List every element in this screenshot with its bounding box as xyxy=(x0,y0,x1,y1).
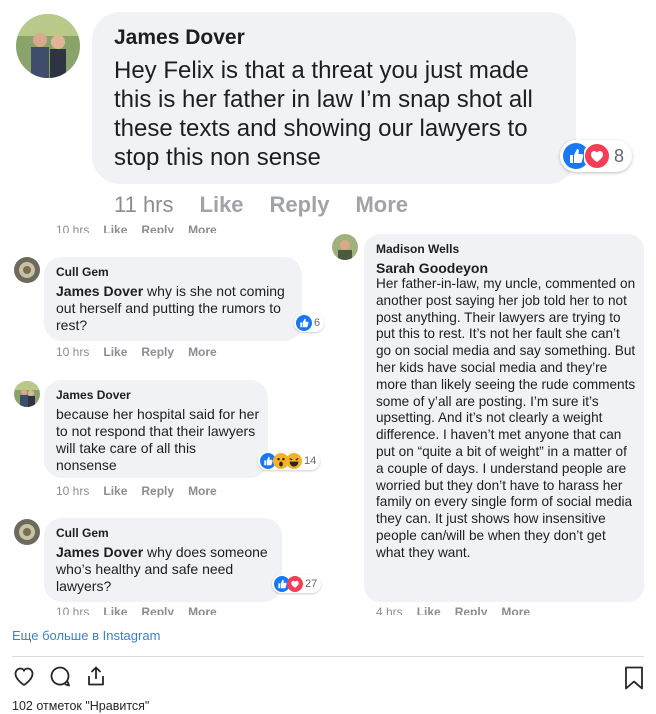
comment2-reactions[interactable]: 14 xyxy=(258,452,321,470)
comment2-reactions-count: 14 xyxy=(304,455,317,467)
action-icons xyxy=(12,664,108,688)
comment2-bubble: James Dover because her hospital said fo… xyxy=(44,380,268,478)
top-comment-bubble: James Dover Hey Felix is that a threat y… xyxy=(92,12,576,184)
comment1-reactions[interactable]: 6 xyxy=(294,314,325,332)
comment3-more-button[interactable]: More xyxy=(188,605,217,615)
comment3-like-button[interactable]: Like xyxy=(103,605,127,615)
top-reactions-count: 8 xyxy=(614,145,625,166)
bookmark-icon[interactable] xyxy=(624,666,644,690)
madison-mention[interactable]: Sarah Goodeyon xyxy=(376,260,488,276)
madison-text: Her father-in-law, my uncle, commented o… xyxy=(376,276,636,560)
comment-icon[interactable] xyxy=(48,664,72,688)
comment1-reactions-count: 6 xyxy=(314,317,321,329)
comment3-bubble: Cull Gem James Dover why does someone wh… xyxy=(44,518,282,602)
cut-reply: Reply xyxy=(141,223,175,233)
comment1-author[interactable]: Cull Gem xyxy=(56,265,109,279)
comment2-author[interactable]: James Dover xyxy=(56,388,131,402)
haha-reaction-icon xyxy=(286,453,302,469)
top-comment-actions: 11 hrs Like Reply More xyxy=(114,192,408,218)
comment2-actions: 10 hrs Like Reply More xyxy=(56,484,217,498)
top-comment-avatar xyxy=(16,14,80,78)
comment1-like-button[interactable]: Like xyxy=(103,345,127,359)
comment3-reactions[interactable]: 27 xyxy=(272,575,322,593)
comment1-reply-button[interactable]: Reply xyxy=(141,345,174,359)
comment2-like-button[interactable]: Like xyxy=(103,484,127,498)
comment1-actions: 10 hrs Like Reply More xyxy=(56,345,217,359)
madison-bubble: Madison Wells Sarah Goodeyon Her father-… xyxy=(364,234,644,602)
top-like-button[interactable]: Like xyxy=(200,192,244,218)
comment1-mention[interactable]: James Dover xyxy=(56,283,143,299)
cut-like: Like xyxy=(103,223,128,233)
cut-action-row: 10 hrs Like Reply More xyxy=(56,223,217,233)
top-comment-reactions[interactable]: 8 xyxy=(560,140,633,172)
comment1-avatar xyxy=(14,257,40,283)
cut-time: 10 hrs xyxy=(56,223,90,233)
madison-avatar xyxy=(332,234,358,260)
comment2-reply-button[interactable]: Reply xyxy=(141,484,174,498)
comment3-time[interactable]: 10 hrs xyxy=(56,605,89,615)
heart-icon[interactable] xyxy=(12,664,36,688)
madison-time[interactable]: 4 hrs xyxy=(376,605,403,615)
comment1-text: James Dover why is she not coming out he… xyxy=(56,283,294,334)
comment1-bubble: Cull Gem James Dover why is she not comi… xyxy=(44,257,302,341)
madison-actions: 4 hrs Like Reply More xyxy=(376,605,530,615)
comment1-time[interactable]: 10 hrs xyxy=(56,345,89,359)
share-icon[interactable] xyxy=(84,664,108,688)
more-on-instagram-link[interactable]: Еще больше в Instagram xyxy=(12,628,160,643)
madison-author[interactable]: Madison Wells xyxy=(376,242,459,256)
divider xyxy=(12,656,644,657)
comment3-actions: 10 hrs Like Reply More xyxy=(56,605,217,615)
comment2-text: because her hospital said for her to not… xyxy=(56,406,260,473)
comment2-more-button[interactable]: More xyxy=(188,484,217,498)
comment2-time[interactable]: 10 hrs xyxy=(56,484,89,498)
comment1-more-button[interactable]: More xyxy=(188,345,217,359)
top-comment-time[interactable]: 11 hrs xyxy=(114,192,174,218)
likes-count[interactable]: 102 отметок "Нравится" xyxy=(12,699,149,713)
madison-more-button[interactable]: More xyxy=(501,605,530,615)
comment3-text: James Dover why does someone who’s healt… xyxy=(56,544,274,595)
comment3-mention[interactable]: James Dover xyxy=(56,544,143,560)
love-reaction-icon xyxy=(583,142,611,170)
madison-like-button[interactable]: Like xyxy=(417,605,441,615)
comment3-reply-button[interactable]: Reply xyxy=(141,605,174,615)
cut-more: More xyxy=(188,223,217,233)
love-reaction-icon xyxy=(287,576,303,592)
top-comment-text: Hey Felix is that a threat you just made… xyxy=(114,57,533,171)
comment3-avatar xyxy=(14,519,40,545)
comment-screenshot: James Dover Hey Felix is that a threat y… xyxy=(0,0,656,622)
top-more-button[interactable]: More xyxy=(355,192,408,218)
madison-reply-button[interactable]: Reply xyxy=(455,605,488,615)
comment3-reactions-count: 27 xyxy=(305,578,318,590)
comment2-avatar xyxy=(14,381,40,407)
like-reaction-icon xyxy=(296,315,312,331)
top-comment-author[interactable]: James Dover xyxy=(114,26,245,50)
top-reply-button[interactable]: Reply xyxy=(270,192,330,218)
comment3-author[interactable]: Cull Gem xyxy=(56,526,109,540)
